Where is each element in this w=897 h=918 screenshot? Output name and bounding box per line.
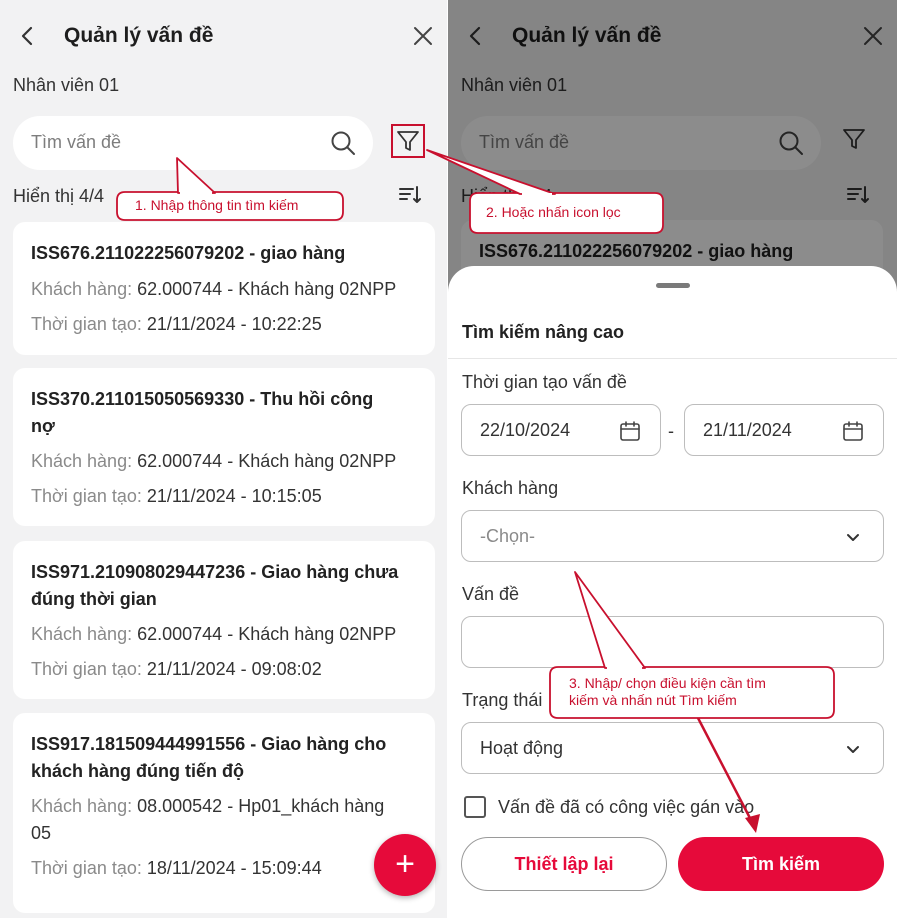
date-separator: - <box>668 421 674 441</box>
callout-3-text: 3. Nhập/ chọn điều kiện cần tìm kiếm và n… <box>569 675 766 708</box>
date-to-field[interactable]: 21/11/2024 <box>684 404 884 456</box>
reset-button[interactable]: Thiết lập lại <box>461 837 667 891</box>
advanced-search-screen: Quản lý vấn đề Nhân viên 01 Tìm vấn đề H… <box>448 0 897 918</box>
callout-2-text: 2. Hoặc nhấn icon lọc <box>486 204 621 220</box>
filter-icon <box>397 131 419 151</box>
back-arrow-icon[interactable] <box>14 22 42 50</box>
top-bar: Quản lý vấn đề <box>0 0 447 72</box>
result-count: Hiển thị 4/4 <box>13 186 105 206</box>
advanced-search-sheet: Tìm kiếm nâng cao Thời gian tạo vấn đề 2… <box>448 266 897 918</box>
issue-input[interactable] <box>461 616 884 668</box>
issue-title: ISS917.181509444991556 - Giao hàng cho kh… <box>31 734 387 781</box>
issue-list-screen: Quản lý vấn đề Nhân viên 01 Tìm vấn đề H… <box>0 0 447 918</box>
issue-card[interactable]: ISS676.211022256079202 - giao hàng Khách… <box>13 222 435 355</box>
issue-created-time: Thời gian tạo: 18/11/2024 - 15:09:44 <box>31 858 322 878</box>
assigned-checkbox[interactable] <box>464 796 486 818</box>
calendar-icon <box>843 421 863 441</box>
chevron-down-icon <box>847 746 859 753</box>
issue-card[interactable]: ISS971.210908029447236 - Giao hàng chưa đ… <box>13 541 435 699</box>
issue-customer: Khách hàng: 62.000744 - Khách hàng 02NPP <box>31 279 397 299</box>
employee-name: Nhân viên 01 <box>13 75 120 95</box>
sort-icon[interactable] <box>397 182 423 208</box>
status-select[interactable]: Hoạt động <box>461 722 884 774</box>
issue-label: Vấn đề <box>462 584 520 604</box>
assigned-checkbox-label: Vấn đề đã có công việc gán vào <box>498 797 755 817</box>
issue-created-time: Thời gian tạo: 21/11/2024 - 09:08:02 <box>31 659 322 679</box>
issue-customer: Khách hàng: 08.000542 - Hp01_khách hàng 0… <box>31 796 385 843</box>
status-value: Hoạt động <box>480 738 564 758</box>
filter-button[interactable] <box>391 124 425 158</box>
date-range-label: Thời gian tạo vấn đề <box>462 372 627 392</box>
issue-title: ISS971.210908029447236 - Giao hàng chưa đ… <box>31 562 399 609</box>
date-from-field[interactable]: 22/10/2024 <box>461 404 661 456</box>
search-input[interactable]: Tìm vấn đề <box>13 116 373 170</box>
drag-handle[interactable] <box>656 283 690 288</box>
date-to-value: 21/11/2024 <box>703 420 792 440</box>
issue-created-time: Thời gian tạo: 21/11/2024 - 10:15:05 <box>31 486 322 506</box>
date-from-value: 22/10/2024 <box>480 420 571 440</box>
search-button[interactable]: Tìm kiếm <box>678 837 884 891</box>
search-placeholder: Tìm vấn đề <box>31 132 122 152</box>
status-label: Trạng thái <box>462 690 543 710</box>
add-issue-button[interactable]: + <box>374 834 436 896</box>
calendar-icon <box>620 421 640 441</box>
divider <box>448 358 897 359</box>
customer-select[interactable]: -Chọn- <box>461 510 884 562</box>
close-icon[interactable] <box>409 22 437 50</box>
page-title: Quản lý vấn đề <box>64 24 214 47</box>
callout-1-text: 1. Nhập thông tin tìm kiếm <box>135 197 299 213</box>
issue-created-time: Thời gian tạo: 21/11/2024 - 10:22:25 <box>31 314 322 334</box>
customer-placeholder: -Chọn- <box>480 526 536 546</box>
search-icon[interactable] <box>329 129 357 157</box>
issue-title: ISS370.211015050569330 - Thu hồi công nợ <box>31 389 374 436</box>
issue-customer: Khách hàng: 62.000744 - Khách hàng 02NPP <box>31 624 397 644</box>
chevron-down-icon <box>847 534 859 541</box>
issue-title: ISS676.211022256079202 - giao hàng <box>31 243 346 263</box>
issue-card[interactable]: ISS917.181509444991556 - Giao hàng cho kh… <box>13 713 435 913</box>
issue-card[interactable]: ISS370.211015050569330 - Thu hồi công nợ … <box>13 368 435 526</box>
sheet-title: Tìm kiếm nâng cao <box>462 322 625 342</box>
customer-label: Khách hàng <box>462 478 559 498</box>
issue-customer: Khách hàng: 62.000744 - Khách hàng 02NPP <box>31 451 397 471</box>
